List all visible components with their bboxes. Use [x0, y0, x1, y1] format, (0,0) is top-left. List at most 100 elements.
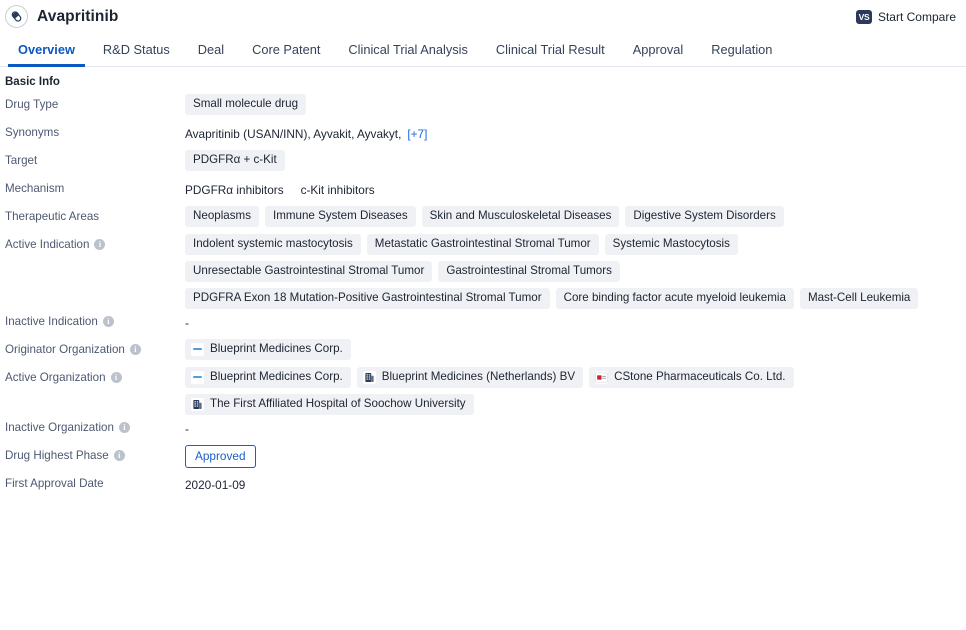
row-label-active-indication: Active Indication i: [5, 232, 185, 252]
chip-active-indication[interactable]: PDGFRA Exon 18 Mutation-Positive Gastroi…: [185, 288, 550, 309]
chip-organization[interactable]: The First Affiliated Hospital of Soochow…: [185, 394, 474, 415]
header-left-group: Avapritinib: [5, 5, 118, 28]
start-compare-label: Start Compare: [877, 9, 956, 24]
info-icon[interactable]: i: [118, 422, 130, 434]
organization-name: Blueprint Medicines Corp.: [210, 342, 343, 355]
tab-overview[interactable]: Overview: [4, 42, 89, 67]
row-label-inactive-indication: Inactive Indication i: [5, 309, 185, 329]
active-organization-label: Active Organization: [5, 371, 106, 384]
chip-active-indication[interactable]: Metastatic Gastrointestinal Stromal Tumo…: [366, 234, 599, 255]
row-label-inactive-organization: Inactive Organization i: [5, 415, 185, 435]
inactive-indication-value: -: [185, 316, 189, 330]
building-logo-icon: [191, 397, 204, 411]
row-label-target: Target: [5, 148, 185, 168]
vs-icon: VS: [855, 9, 872, 24]
first-approval-date-value: 2020-01-09: [185, 478, 246, 492]
row-drug-highest-phase: Drug Highest Phase i Approved: [0, 443, 966, 471]
chip-active-indication[interactable]: Unresectable Gastrointestinal Stromal Tu…: [185, 261, 433, 282]
tab-rd-status[interactable]: R&D Status: [89, 42, 184, 66]
row-active-indication: Active Indication i Indolent systemic ma…: [0, 232, 966, 309]
tab-deal[interactable]: Deal: [184, 42, 238, 66]
row-target: Target PDGFRα + c-Kit: [0, 148, 966, 176]
row-mechanism: Mechanism PDGFRα inhibitors c-Kit inhibi…: [0, 176, 966, 204]
start-compare-button[interactable]: VS Start Compare: [855, 9, 956, 24]
cstone-red-logo-icon: [595, 370, 609, 384]
info-icon[interactable]: i: [110, 372, 122, 384]
tab-core-patent[interactable]: Core Patent: [238, 42, 334, 66]
blueprint-dash-logo-icon: [191, 370, 204, 384]
tab-regulation[interactable]: Regulation: [697, 42, 786, 66]
page-header: Avapritinib VS Start Compare: [0, 0, 966, 33]
synonyms-more-link[interactable]: [+7]: [407, 122, 427, 142]
chip-organization[interactable]: Blueprint Medicines Corp.: [185, 367, 351, 388]
row-value-originator-organization: Blueprint Medicines Corp.: [185, 337, 958, 360]
chip-organization[interactable]: Blueprint Medicines (Netherlands) BV: [356, 367, 584, 388]
chip-therapeutic-area[interactable]: Digestive System Disorders: [625, 206, 784, 227]
row-label-drug-type: Drug Type: [5, 92, 185, 112]
row-value-active-organization: Blueprint Medicines Corp. Blueprint Medi…: [185, 365, 958, 415]
row-label-active-organization: Active Organization i: [5, 365, 185, 385]
overview-content: Basic Info Drug Type Small molecule drug…: [0, 67, 966, 499]
therapeutic-areas-label: Therapeutic Areas: [5, 210, 100, 223]
row-label-synonyms: Synonyms: [5, 120, 185, 140]
page-title: Avapritinib: [37, 7, 119, 25]
originator-organization-label: Originator Organization: [5, 343, 125, 356]
organization-name: Blueprint Medicines (Netherlands) BV: [381, 370, 576, 383]
section-title-basic-info: Basic Info: [5, 76, 60, 88]
row-value-drug-highest-phase: Approved: [185, 443, 958, 468]
row-label-first-approval-date: First Approval Date: [5, 471, 185, 491]
row-value-inactive-indication: -: [185, 309, 958, 330]
synonyms-label: Synonyms: [5, 126, 60, 139]
row-value-first-approval-date: 2020-01-09: [185, 471, 958, 492]
chip-drug-type[interactable]: Small molecule drug: [185, 94, 307, 115]
target-label: Target: [5, 154, 38, 167]
chip-active-indication[interactable]: Indolent systemic mastocytosis: [185, 234, 361, 255]
row-synonyms: Synonyms Avapritinib (USAN/INN), Ayvakit…: [0, 120, 966, 148]
chip-active-indication[interactable]: Gastrointestinal Stromal Tumors: [438, 261, 620, 282]
organization-name: The First Affiliated Hospital of Soochow…: [210, 397, 466, 410]
inactive-organization-label: Inactive Organization: [5, 421, 114, 434]
drug-highest-phase-label: Drug Highest Phase: [5, 449, 109, 462]
chip-active-indication[interactable]: Mast-Cell Leukemia: [799, 288, 919, 309]
chip-active-indication[interactable]: Core binding factor acute myeloid leukem…: [555, 288, 794, 309]
info-icon[interactable]: i: [129, 344, 141, 356]
info-icon[interactable]: i: [113, 450, 125, 462]
row-inactive-organization: Inactive Organization i -: [0, 415, 966, 443]
mechanism-item: c-Kit inhibitors: [300, 183, 375, 197]
inactive-indication-label: Inactive Indication: [5, 315, 98, 328]
row-value-target: PDGFRα + c-Kit: [185, 148, 958, 171]
first-approval-date-label: First Approval Date: [5, 477, 104, 490]
row-value-active-indication: Indolent systemic mastocytosis Metastati…: [185, 232, 958, 309]
mechanism-label: Mechanism: [5, 182, 65, 195]
synonyms-text: Avapritinib (USAN/INN), Ayvakit, Ayvakyt…: [185, 127, 402, 141]
chip-organization[interactable]: CStone Pharmaceuticals Co. Ltd.: [589, 367, 794, 388]
row-label-drug-highest-phase: Drug Highest Phase i: [5, 443, 185, 463]
chip-therapeutic-area[interactable]: Skin and Musculoskeletal Diseases: [421, 206, 620, 227]
drug-type-label: Drug Type: [5, 98, 59, 111]
row-inactive-indication: Inactive Indication i -: [0, 309, 966, 337]
building-logo-icon: [362, 370, 376, 384]
chip-active-indication[interactable]: Systemic Mastocytosis: [604, 234, 738, 255]
row-value-therapeutic-areas: Neoplasms Immune System Diseases Skin an…: [185, 204, 958, 227]
chip-organization[interactable]: Blueprint Medicines Corp.: [185, 339, 351, 360]
mechanism-item: PDGFRα inhibitors: [185, 183, 284, 197]
row-active-organization: Active Organization i Blueprint Medicine…: [0, 365, 966, 415]
chip-therapeutic-area[interactable]: Immune System Diseases: [265, 206, 416, 227]
active-indication-label: Active Indication: [5, 238, 90, 251]
chip-target[interactable]: PDGFRα + c-Kit: [185, 150, 285, 171]
tab-clinical-trial-analysis[interactable]: Clinical Trial Analysis: [334, 42, 481, 66]
tab-clinical-trial-result[interactable]: Clinical Trial Result: [482, 42, 619, 66]
row-value-drug-type: Small molecule drug: [185, 92, 958, 115]
inactive-organization-value: -: [185, 422, 189, 436]
row-first-approval-date: First Approval Date 2020-01-09: [0, 471, 966, 499]
chip-therapeutic-area[interactable]: Neoplasms: [185, 206, 259, 227]
organization-name: Blueprint Medicines Corp.: [210, 370, 343, 383]
info-icon[interactable]: i: [102, 316, 114, 328]
row-therapeutic-areas: Therapeutic Areas Neoplasms Immune Syste…: [0, 204, 966, 232]
row-value-synonyms: Avapritinib (USAN/INN), Ayvakit, Ayvakyt…: [185, 120, 958, 142]
row-value-inactive-organization: -: [185, 415, 958, 436]
tab-approval[interactable]: Approval: [619, 42, 698, 66]
row-drug-type: Drug Type Small molecule drug: [0, 92, 966, 120]
info-icon[interactable]: i: [94, 239, 106, 251]
status-badge-approved[interactable]: Approved: [185, 445, 256, 468]
